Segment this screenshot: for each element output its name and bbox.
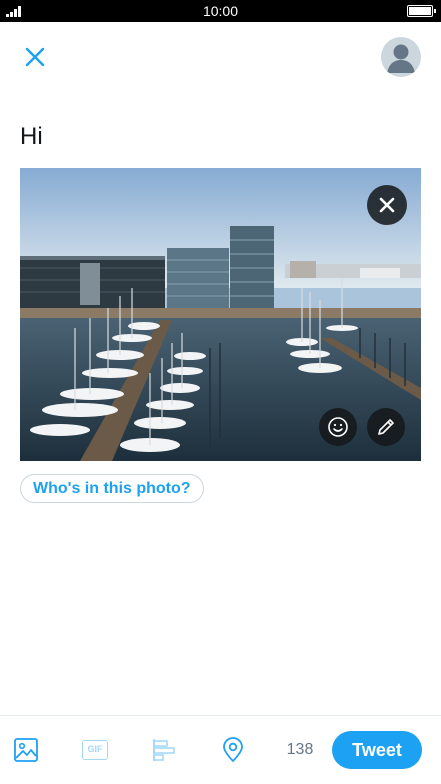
close-icon	[25, 47, 45, 67]
remove-photo-button[interactable]	[367, 185, 407, 225]
harbor-marina-photo	[20, 168, 421, 461]
add-gif-button[interactable]: GIF	[81, 736, 109, 764]
smiley-icon	[328, 417, 348, 437]
tweet-button[interactable]: Tweet	[332, 731, 422, 769]
attached-photo[interactable]	[20, 168, 421, 461]
battery-full-icon	[407, 5, 436, 17]
tweet-text-input[interactable]: Hi	[20, 122, 420, 156]
image-icon	[14, 738, 38, 762]
add-sticker-button[interactable]	[319, 408, 357, 446]
status-bar: 10:00	[0, 0, 441, 22]
avatar[interactable]	[381, 37, 421, 77]
compose-toolbar: GIF 138 Tweet	[0, 715, 441, 784]
status-time: 10:00	[202, 3, 239, 19]
add-poll-button[interactable]	[150, 736, 178, 764]
close-icon	[379, 197, 395, 213]
location-pin-icon	[223, 737, 243, 762]
character-count: 138	[286, 741, 314, 758]
close-compose-button[interactable]	[20, 42, 50, 72]
tag-people-button[interactable]: Who's in this photo?	[20, 474, 204, 503]
edit-photo-button[interactable]	[367, 408, 405, 446]
add-media-button[interactable]	[12, 736, 40, 764]
add-location-button[interactable]	[219, 736, 247, 764]
gif-icon: GIF	[82, 740, 108, 760]
default-profile-avatar	[387, 44, 415, 73]
poll-icon	[153, 739, 175, 761]
pencil-icon	[378, 419, 394, 435]
